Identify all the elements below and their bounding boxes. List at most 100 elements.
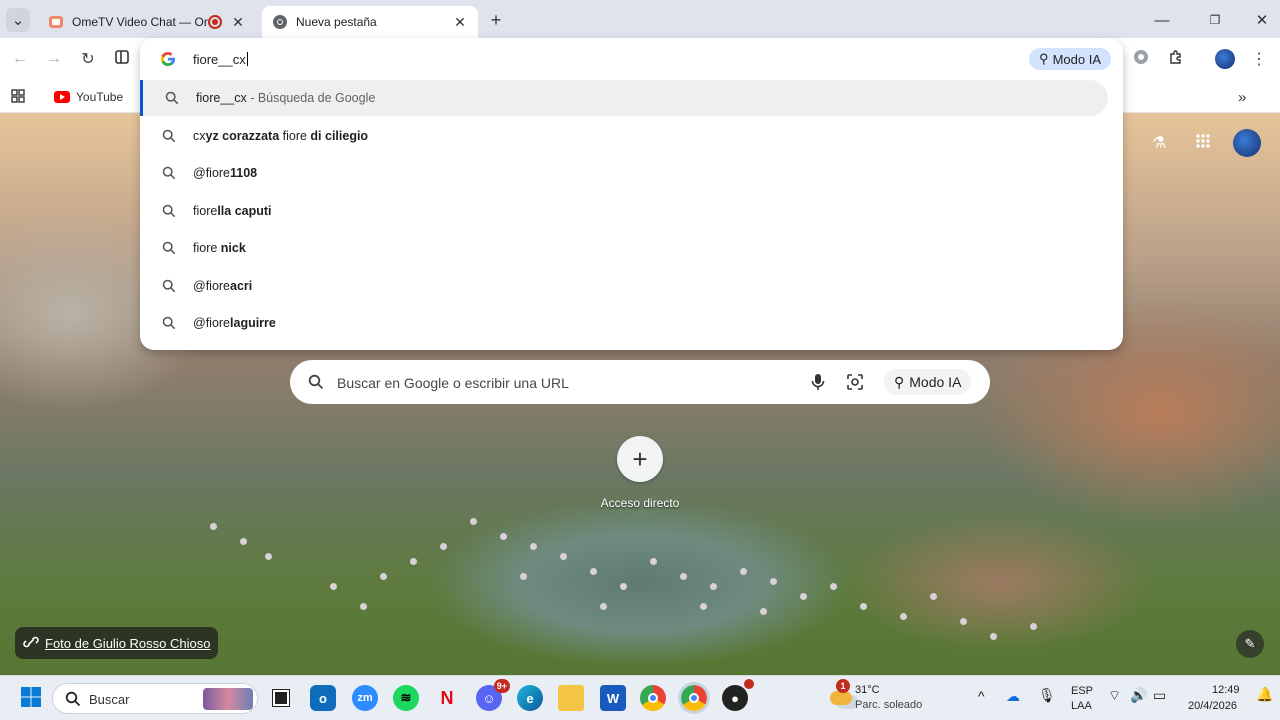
bookmark-youtube[interactable]: YouTube: [54, 86, 123, 108]
suggestion-part: acri: [230, 279, 253, 293]
close-icon[interactable]: ✕: [452, 14, 468, 31]
ntp-search-box[interactable]: Buscar en Google o escribir una URL ⚲ Mo…: [290, 360, 990, 404]
omnibox-dropdown: fiore__cx ⚲ Modo IA fiore__cx - Búsqueda…: [140, 38, 1123, 350]
more-bookmarks-button[interactable]: »: [1238, 86, 1246, 108]
battery-icon[interactable]: ▭: [1153, 687, 1166, 704]
flower: [680, 573, 687, 580]
wifi-icon[interactable]: ⌔: [1108, 687, 1121, 705]
taskbar-chrome-active[interactable]: [678, 682, 710, 714]
maximize-button[interactable]: ❐: [1203, 8, 1227, 32]
suggestion-part: fiore__cx: [196, 91, 247, 105]
tab-new-tab[interactable]: Nueva pestaña ✕: [262, 6, 478, 38]
clock-time[interactable]: 12:49: [1212, 684, 1240, 696]
chrome-icon: [272, 14, 288, 30]
microphone-icon[interactable]: [808, 372, 828, 392]
minimize-icon: —: [1154, 11, 1170, 29]
weather-widget-icon[interactable]: 1: [826, 679, 856, 711]
omnibox-input[interactable]: fiore__cx: [193, 52, 248, 67]
extension-button[interactable]: [1129, 47, 1153, 71]
profile-button[interactable]: [1213, 47, 1237, 71]
taskbar-spotify[interactable]: ≋: [393, 685, 419, 711]
suggestion-description: - Búsqueda de Google: [246, 91, 376, 105]
taskbar-recording-app[interactable]: ●: [722, 679, 754, 711]
suggestion-part: fiore: [193, 241, 221, 255]
suggestion-part: di ciliegio: [310, 129, 369, 143]
tab-search-button[interactable]: ⌄: [6, 8, 30, 32]
taskbar-outlook[interactable]: o: [310, 685, 336, 711]
flower: [530, 543, 537, 550]
menu-button[interactable]: ⋮: [1247, 47, 1271, 71]
account-avatar[interactable]: [1233, 129, 1261, 157]
apps-button[interactable]: [10, 86, 26, 108]
suggestion-part: @fiore: [193, 166, 231, 180]
labs-button[interactable]: ⚗: [1147, 131, 1171, 155]
spotify-icon: ≋: [400, 690, 412, 705]
extensions-button[interactable]: [1164, 47, 1188, 71]
ntp-ai-mode-button[interactable]: ⚲ Modo IA: [884, 369, 972, 395]
microphone-icon[interactable]: 🎙: [1038, 687, 1056, 704]
tab-ometv[interactable]: OmeTV Video Chat — Ome ✕: [38, 6, 256, 38]
weather-alert-badge: 1: [836, 679, 850, 693]
clock-date[interactable]: 20/4/2026: [1188, 700, 1237, 712]
volume-icon[interactable]: 🔊: [1130, 687, 1147, 704]
outlook-icon: o: [319, 690, 327, 706]
close-icon: ✕: [1255, 12, 1269, 29]
search-icon: [165, 91, 179, 105]
taskbar-edge[interactable]: e: [517, 685, 543, 711]
taskbar-netflix[interactable]: N: [434, 685, 460, 711]
live-dot-icon: [744, 679, 754, 689]
flower: [210, 523, 217, 530]
suggestion-text: cxyz corazzata fiore di ciliegio: [193, 129, 368, 143]
flower: [830, 583, 837, 590]
taskbar-word[interactable]: W: [600, 685, 626, 711]
google-apps-button[interactable]: [1191, 131, 1215, 155]
onedrive-icon[interactable]: ☁: [1006, 688, 1020, 705]
task-view-icon: [272, 689, 290, 707]
close-icon[interactable]: ✕: [230, 14, 246, 31]
minimize-button[interactable]: —: [1150, 8, 1174, 32]
search-icon: [162, 129, 176, 143]
taskbar-chrome[interactable]: [640, 685, 666, 711]
taskbar-task-view[interactable]: [268, 685, 294, 711]
language-line2[interactable]: LAA: [1071, 700, 1092, 712]
taskbar-zoom[interactable]: zm: [352, 685, 378, 711]
flower: [440, 543, 447, 550]
add-shortcut-button[interactable]: +: [617, 436, 663, 482]
camera-icon: ●: [731, 690, 739, 706]
chevron-up-icon[interactable]: ^: [978, 688, 985, 704]
back-button[interactable]: ←: [8, 47, 32, 71]
photo-attribution-link[interactable]: Foto de Giulio Rosso Chioso: [15, 627, 219, 659]
taskbar-file-explorer[interactable]: [558, 685, 584, 711]
bell-icon[interactable]: 🔔: [1256, 686, 1273, 703]
omnibox-suggestion[interactable]: @fioreacri: [140, 268, 1123, 304]
suggestion-part: nick: [220, 241, 246, 255]
omnibox-suggestion[interactable]: fiorella caputi: [140, 193, 1123, 229]
flower: [960, 618, 967, 625]
forward-button[interactable]: →: [42, 47, 66, 71]
omnibox-suggestion[interactable]: fiore__cx - Búsqueda de Google: [140, 80, 1108, 116]
suggestion-text: @fiore1108: [193, 166, 257, 180]
taskbar-discord[interactable]: ☺ 9+: [476, 679, 510, 711]
reload-button[interactable]: ↻: [76, 47, 100, 71]
close-window-button[interactable]: ✕: [1250, 8, 1274, 32]
search-highlight-image: [203, 688, 253, 710]
omnibox-suggestion[interactable]: @fiore1108: [140, 155, 1123, 191]
flower: [800, 593, 807, 600]
ai-mode-button[interactable]: ⚲ Modo IA: [1029, 48, 1111, 70]
side-panel-button[interactable]: [110, 47, 134, 71]
tab-title: Nueva pestaña: [296, 15, 377, 29]
tab-title: OmeTV Video Chat — Ome: [72, 15, 208, 29]
apps-grid-icon: [10, 88, 26, 107]
new-tab-button[interactable]: +: [484, 8, 508, 32]
language-line1[interactable]: ESP: [1071, 685, 1093, 697]
start-button[interactable]: [18, 685, 44, 711]
flower: [650, 558, 657, 565]
omnibox-suggestion[interactable]: @fiorelaguirre: [140, 305, 1123, 341]
omnibox-suggestion[interactable]: fiore nick: [140, 230, 1123, 266]
lens-icon[interactable]: [845, 372, 865, 392]
customize-button[interactable]: ✎: [1236, 630, 1264, 658]
taskbar-search[interactable]: Buscar: [52, 683, 258, 714]
windows-icon: [20, 686, 42, 711]
omnibox-suggestion[interactable]: cxyz corazzata fiore di ciliegio: [140, 118, 1123, 154]
flower: [930, 593, 937, 600]
